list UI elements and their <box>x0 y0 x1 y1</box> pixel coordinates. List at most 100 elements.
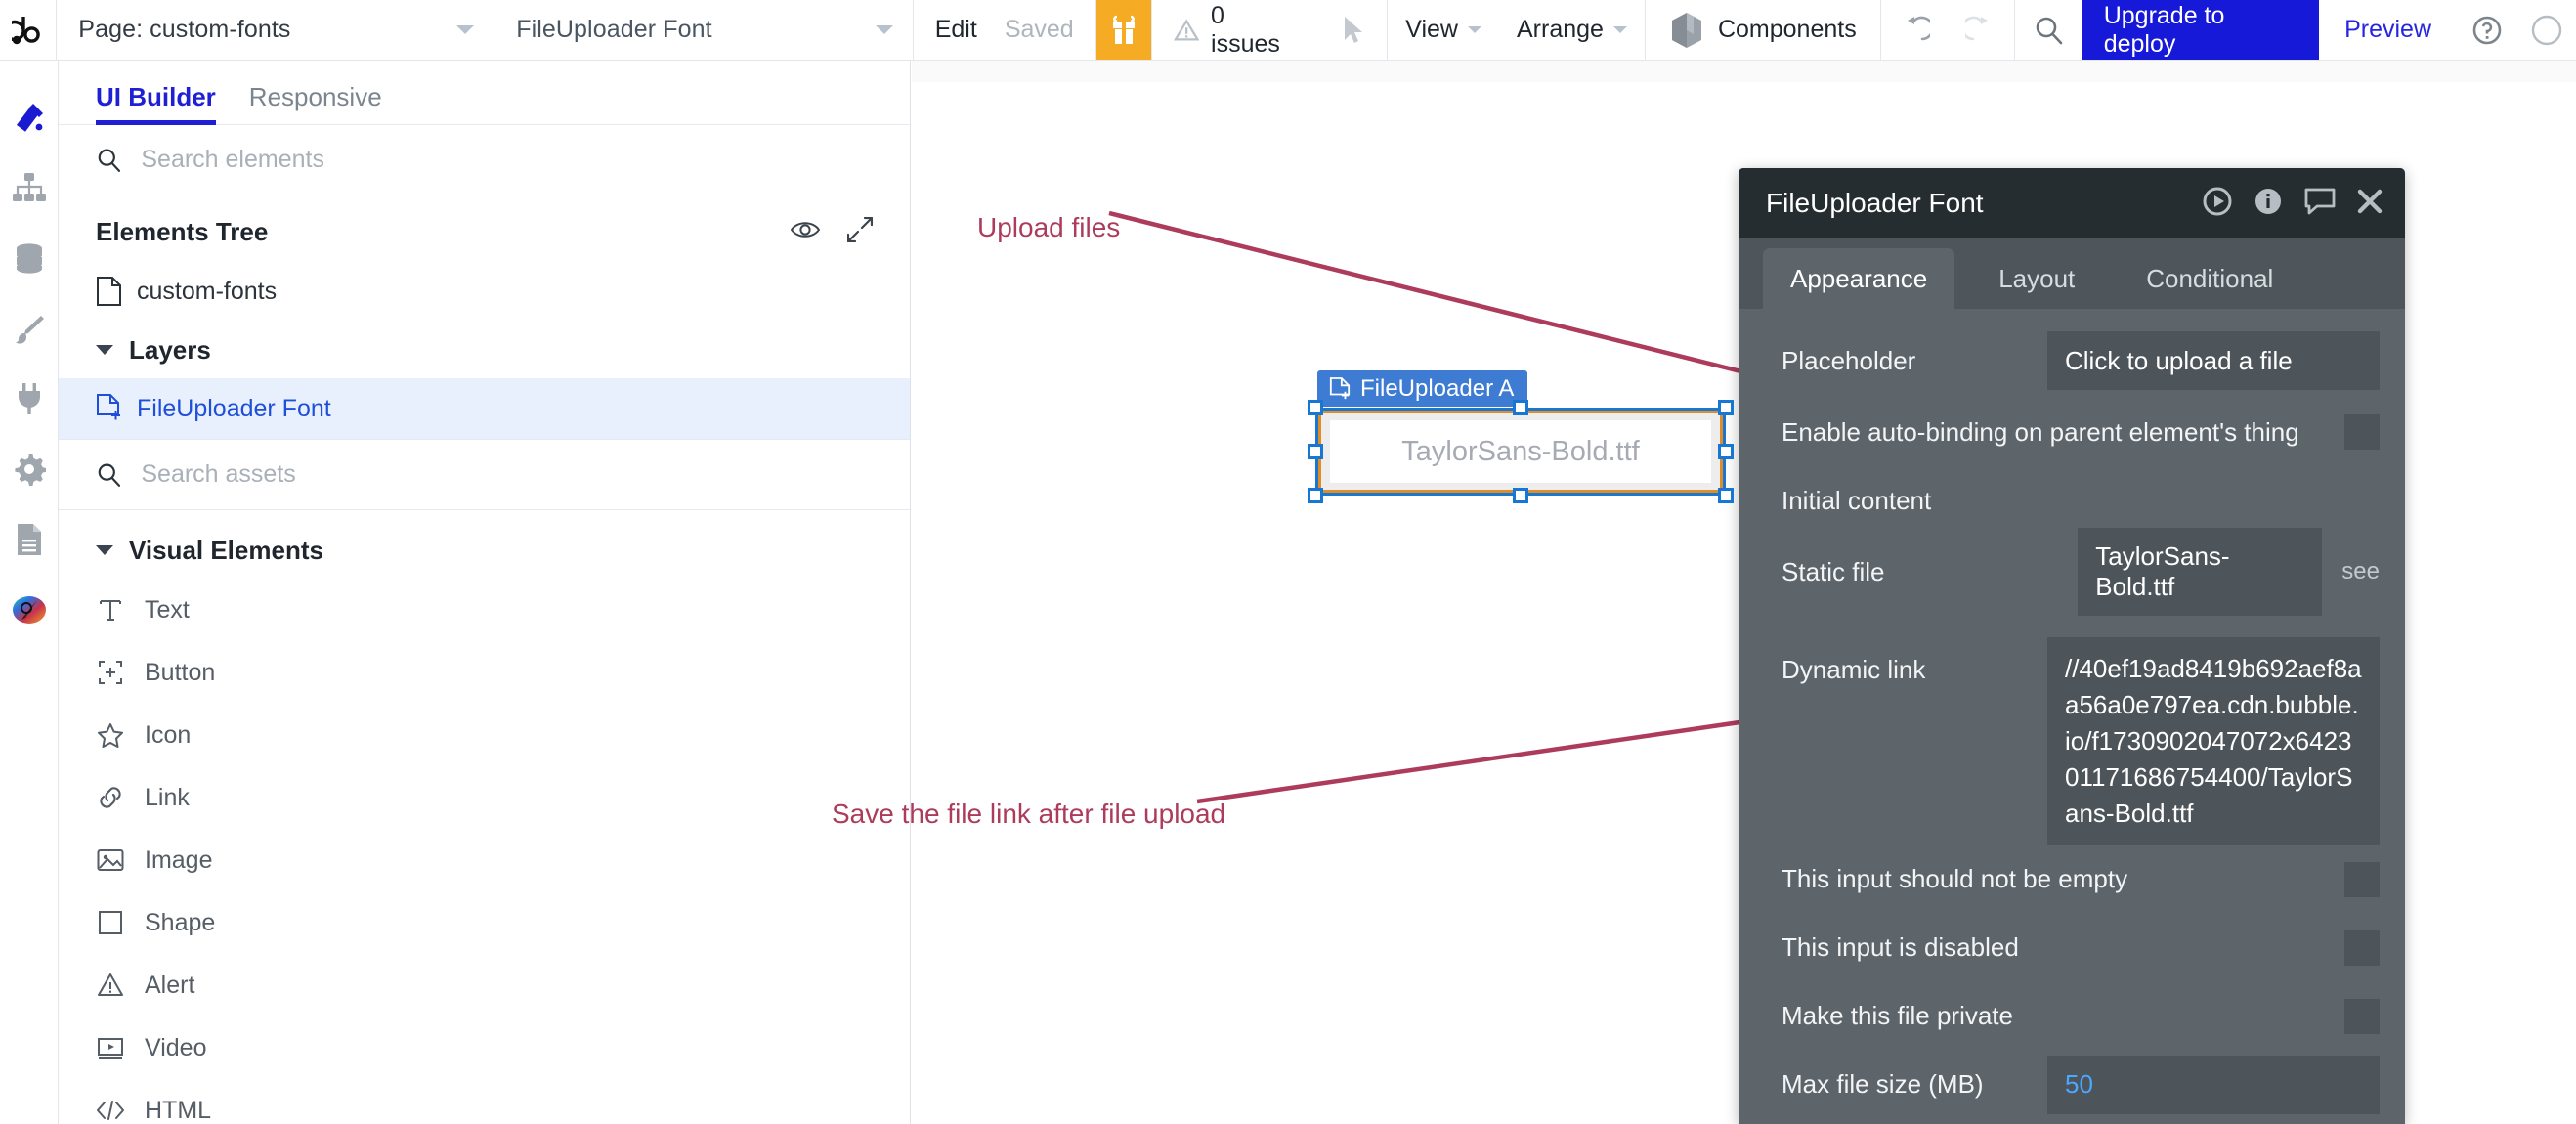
private-label: Make this file private <box>1782 1001 2013 1031</box>
fileuploader-element[interactable]: FileUploader A TaylorSans-Bold.ttf <box>1308 370 1734 513</box>
redo-button[interactable] <box>1948 0 2014 60</box>
components-button[interactable]: Components <box>1646 11 1880 50</box>
resize-handle-top-right[interactable] <box>1718 400 1734 415</box>
layers-group-header[interactable]: Layers <box>59 322 910 378</box>
file-uploader-icon <box>1329 376 1351 399</box>
sidebar-item-app-badge[interactable] <box>0 575 59 645</box>
static-file-see-link[interactable]: see <box>2341 558 2380 585</box>
comment-bubble-icon[interactable] <box>2303 187 2337 221</box>
not-empty-label: This input should not be empty <box>1782 864 2128 894</box>
element-palette-alert[interactable]: Alert <box>59 954 910 1016</box>
element-palette-html[interactable]: HTML <box>59 1079 910 1124</box>
sidebar-item-settings[interactable] <box>0 434 59 504</box>
undo-button[interactable] <box>1881 0 1948 60</box>
resize-handle-bottom-left[interactable] <box>1308 488 1323 503</box>
placeholder-input[interactable]: Click to upload a file <box>2047 331 2380 390</box>
max-file-size-input[interactable]: 50 <box>2047 1055 2380 1114</box>
panel-tabs: UI Builder Responsive <box>59 61 910 125</box>
workflow-hierarchy-icon <box>12 173 46 201</box>
row-static-file: Static file TaylorSans-Bold.ttf see <box>1739 528 2405 616</box>
element-palette-image[interactable]: Image <box>59 829 910 891</box>
issues-group: 0 issues <box>1152 0 1389 60</box>
preview-button[interactable]: Preview <box>2319 0 2457 60</box>
view-menu[interactable]: View <box>1388 16 1499 44</box>
view-arrange-group: View Arrange <box>1388 0 1646 60</box>
app-badge-icon <box>12 596 46 624</box>
bubble-logo-icon[interactable] <box>0 0 58 60</box>
issues-button[interactable]: 0 issues <box>1152 2 1321 59</box>
layer-item-fileuploader-font[interactable]: FileUploader Font <box>59 378 910 439</box>
page-document-icon <box>97 277 121 306</box>
components-cube-icon <box>1671 12 1701 48</box>
sidebar-item-data[interactable] <box>0 223 59 293</box>
play-run-icon[interactable] <box>2202 186 2233 222</box>
visual-elements-header[interactable]: Visual Elements <box>59 522 910 579</box>
not-empty-checkbox[interactable] <box>2344 861 2380 897</box>
static-file-label: Static file <box>1782 556 1885 586</box>
element-palette-shape[interactable]: Shape <box>59 891 910 954</box>
row-not-empty: This input should not be empty <box>1739 845 2405 914</box>
search-icon <box>2036 17 2063 44</box>
eye-icon[interactable] <box>790 219 821 245</box>
private-checkbox[interactable] <box>2344 998 2380 1034</box>
sidebar-item-design[interactable] <box>0 82 59 152</box>
element-palette-video[interactable]: Video <box>59 1016 910 1079</box>
element-palette-button[interactable]: Button <box>59 641 910 704</box>
info-circle-icon[interactable] <box>2253 186 2284 222</box>
arrange-menu[interactable]: Arrange <box>1499 16 1645 44</box>
tree-node-page[interactable]: custom-fonts <box>59 261 910 322</box>
tab-layout[interactable]: Layout <box>1954 248 2119 309</box>
sidebar-item-styles[interactable] <box>0 293 59 364</box>
visual-elements-label: Visual Elements <box>129 535 323 565</box>
element-palette-link-label: Link <box>145 783 190 811</box>
chevron-down-icon <box>456 25 475 34</box>
gear-settings-icon <box>14 454 46 486</box>
expand-arrows-icon[interactable] <box>846 216 874 247</box>
toolbar-search-button[interactable] <box>2015 0 2082 60</box>
property-panel-tabs: Appearance Layout Conditional <box>1739 238 2405 309</box>
gift-button[interactable] <box>1095 0 1151 60</box>
sidebar-item-plugins[interactable] <box>0 364 59 434</box>
edit-button[interactable]: Edit <box>914 0 999 60</box>
undo-icon <box>1907 16 1930 40</box>
autobinding-checkbox[interactable] <box>2344 414 2380 450</box>
gift-icon <box>1112 15 1135 44</box>
element-palette-icon[interactable]: Icon <box>59 704 910 766</box>
dynamic-link-input[interactable]: //40ef19ad8419b692aef8aa56a0e797ea.cdn.b… <box>2047 637 2380 845</box>
element-selector[interactable]: FileUploader Font <box>494 0 914 60</box>
element-palette-html-label: HTML <box>145 1096 212 1124</box>
element-palette-text[interactable]: Text <box>59 579 910 641</box>
help-button[interactable] <box>2457 0 2517 60</box>
static-file-input[interactable]: TaylorSans-Bold.ttf <box>2078 528 2323 616</box>
resize-handle-top-left[interactable] <box>1308 400 1323 415</box>
disabled-checkbox[interactable] <box>2344 929 2380 966</box>
property-panel-header: FileUploader Font <box>1739 168 2405 238</box>
upgrade-to-deploy-button[interactable]: Upgrade to deploy <box>2082 0 2320 60</box>
tab-conditional[interactable]: Conditional <box>2119 248 2300 309</box>
tab-responsive[interactable]: Responsive <box>249 82 382 124</box>
text-t-icon <box>96 597 125 623</box>
resize-handle-bottom-right[interactable] <box>1718 488 1734 503</box>
row-private: Make this file private <box>1739 982 2405 1051</box>
search-assets-input[interactable] <box>141 460 873 489</box>
fileuploader-box[interactable]: TaylorSans-Bold.ttf <box>1315 408 1726 496</box>
resize-handle-middle-right[interactable] <box>1718 444 1734 459</box>
tab-ui-builder[interactable]: UI Builder <box>96 82 216 125</box>
element-palette-link[interactable]: Link <box>59 766 910 829</box>
components-label: Components <box>1717 16 1857 43</box>
page-selector[interactable]: Page: custom-fonts <box>57 0 495 60</box>
account-avatar[interactable] <box>2517 0 2576 60</box>
row-autobinding: Enable auto-binding on parent element's … <box>1739 391 2405 473</box>
resize-handle-bottom-center[interactable] <box>1513 488 1528 503</box>
search-elements-input[interactable] <box>141 146 873 174</box>
resize-handle-middle-left[interactable] <box>1308 444 1323 459</box>
cursor-tool-button[interactable] <box>1320 15 1387 46</box>
video-play-icon <box>96 1036 125 1059</box>
warning-triangle-icon <box>1173 18 1200 41</box>
annotation-upload-files: Upload files <box>977 212 1121 242</box>
close-x-icon[interactable] <box>2356 188 2383 220</box>
sidebar-item-workflow[interactable] <box>0 152 59 223</box>
sidebar-item-logs[interactable] <box>0 504 59 575</box>
resize-handle-top-center[interactable] <box>1513 400 1528 415</box>
tab-appearance[interactable]: Appearance <box>1763 248 1955 309</box>
